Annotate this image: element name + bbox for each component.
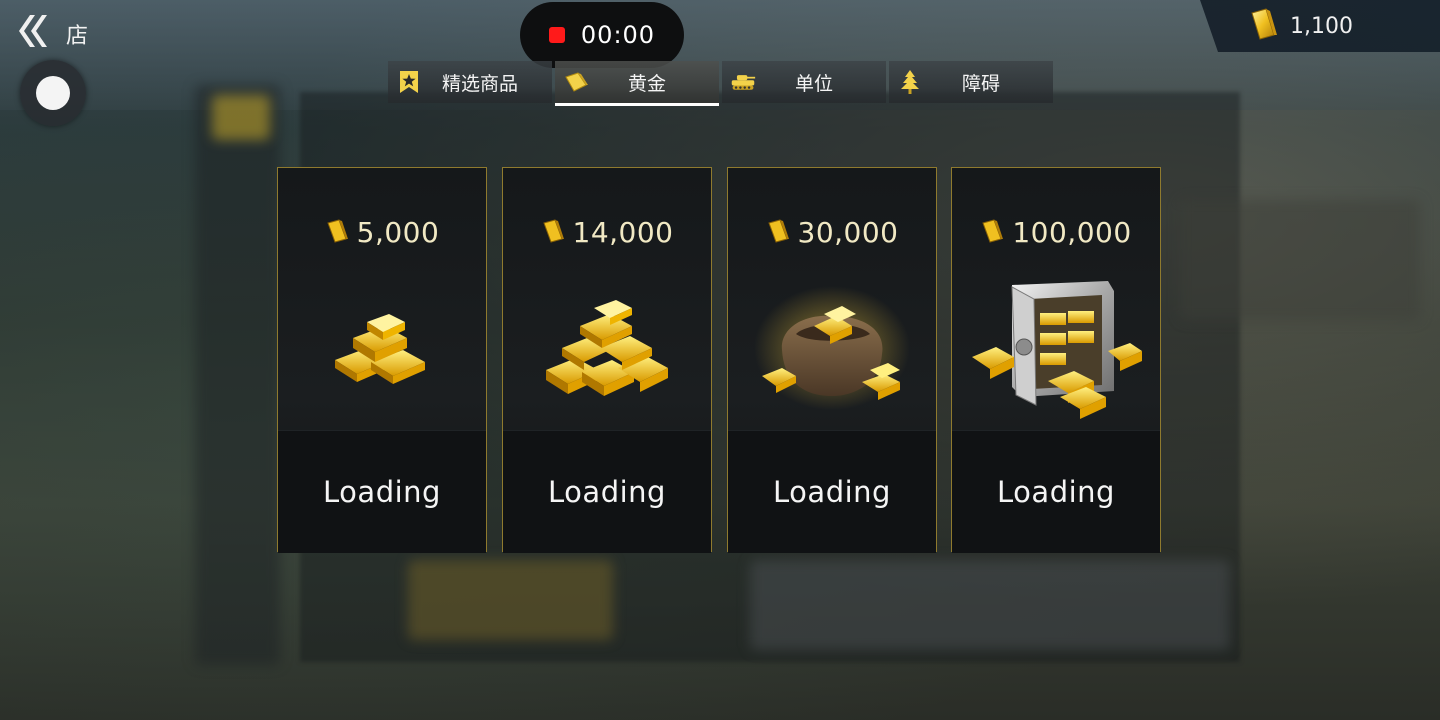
shop-category-tabs: 精选商品 黄金 单位 障碍 [388, 61, 1056, 106]
double-chevron-left-icon [14, 11, 50, 55]
assist-dot [36, 76, 70, 110]
product-card-5000[interactable]: 5,000 Loading [277, 167, 487, 553]
buy-button-label: Loading [997, 475, 1115, 509]
gold-bars-small-icon [278, 268, 486, 428]
product-amount: 14,000 [572, 216, 674, 249]
product-card-30000[interactable]: 30,000 Loading [727, 167, 937, 553]
tab-obstacles[interactable]: 障碍 [889, 61, 1053, 103]
buy-button[interactable]: Loading [728, 430, 936, 553]
product-price: 100,000 [952, 216, 1160, 249]
gold-bar-icon [563, 69, 589, 95]
gold-bar-icon [325, 218, 349, 248]
tab-featured[interactable]: 精选商品 [388, 61, 552, 103]
gold-balance-value: 1,100 [1290, 13, 1353, 39]
recording-time: 00:00 [580, 21, 656, 49]
product-card-14000[interactable]: 14,000 Loading [502, 167, 712, 553]
background-button-blur [408, 560, 613, 640]
tab-gold[interactable]: 黄金 [555, 61, 719, 106]
gold-bars-pile-icon [503, 268, 711, 428]
star-badge-icon [396, 69, 422, 95]
gold-bar-icon [541, 218, 565, 248]
page-title: 店 [66, 24, 90, 49]
screen-recording-indicator[interactable]: 00:00 [520, 2, 684, 68]
product-price: 14,000 [503, 216, 711, 249]
gold-safe-icon [952, 268, 1160, 428]
tree-icon [897, 69, 923, 95]
game-shop-screen: 店 00:00 1,100 精选商品 黄金 单位 障碍 5,000 Loadin… [0, 0, 1440, 720]
record-stop-icon [548, 27, 565, 43]
buy-button[interactable]: Loading [278, 430, 486, 553]
buy-button-label: Loading [548, 475, 666, 509]
product-price: 5,000 [278, 216, 486, 249]
buy-button[interactable]: Loading [503, 430, 711, 553]
product-amount: 5,000 [356, 216, 440, 249]
tab-units[interactable]: 单位 [722, 61, 886, 103]
floating-assist-button[interactable] [20, 60, 86, 126]
gold-bar-icon [766, 218, 790, 248]
background-gold-blur [212, 95, 270, 140]
product-amount: 30,000 [797, 216, 899, 249]
product-price: 30,000 [728, 216, 936, 249]
tank-icon [730, 69, 756, 95]
gold-sack-icon [728, 268, 936, 428]
back-button[interactable] [12, 12, 52, 54]
gold-balance: 1,100 [1200, 0, 1440, 52]
product-card-100000[interactable]: 100,000 Loading [951, 167, 1161, 553]
background-sidebar-blur [195, 85, 280, 665]
gold-bar-icon [1246, 5, 1280, 47]
buy-button-label: Loading [773, 475, 891, 509]
buy-button[interactable]: Loading [952, 430, 1160, 553]
background-items-blur [750, 560, 1230, 650]
buy-button-label: Loading [323, 475, 441, 509]
gold-bar-icon [980, 218, 1004, 248]
background-tank-blur [1180, 200, 1420, 320]
product-amount: 100,000 [1012, 216, 1132, 249]
